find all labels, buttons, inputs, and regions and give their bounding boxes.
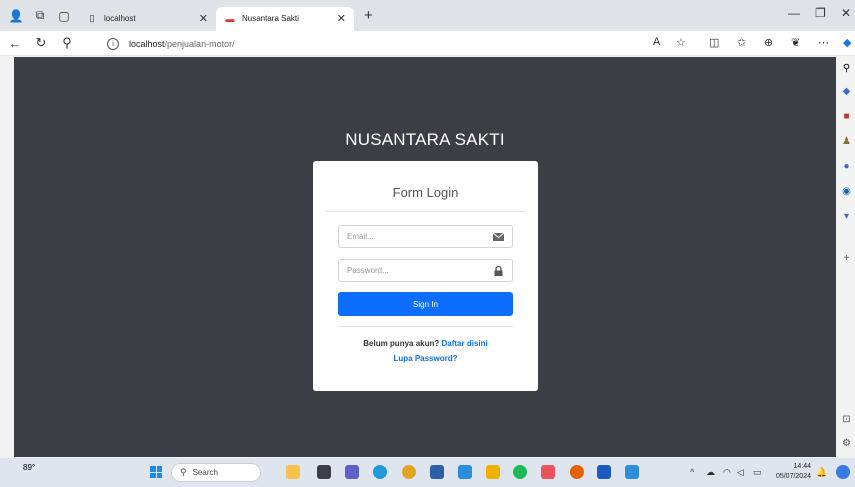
register-prompt: Belum punya akun?	[363, 339, 440, 348]
teams-icon[interactable]	[345, 465, 359, 479]
chrome-icon[interactable]	[402, 465, 416, 479]
shopping-icon[interactable]: ◆	[841, 86, 852, 97]
outlook-icon[interactable]: ◉	[841, 186, 852, 197]
tab-label: localhost	[104, 14, 136, 23]
screenshot-icon[interactable]: ⊡	[841, 414, 852, 425]
search-label: Search	[192, 468, 218, 477]
register-link[interactable]: Daftar disini	[442, 339, 488, 348]
performance-icon[interactable]: ❦	[791, 36, 800, 49]
minimize-icon[interactable]: —	[788, 6, 800, 20]
calculator-icon[interactable]	[430, 465, 444, 479]
windows-start-icon[interactable]	[150, 466, 162, 478]
info-icon[interactable]: i	[107, 38, 119, 50]
edge-icon[interactable]	[373, 465, 387, 479]
site-favicon: ▬	[225, 13, 235, 24]
page-icon: ▯	[89, 13, 95, 23]
refresh-icon[interactable]: ↻	[30, 35, 52, 51]
search-icon: ⚲	[180, 467, 187, 477]
brand-title: NUSANTARA SAKTI	[345, 130, 505, 149]
close-window-icon[interactable]: ✕	[841, 6, 851, 20]
copilot-icon[interactable]: ◆	[843, 36, 851, 49]
address-bar: ← ↻ ⚲ i localhost /penjualan-motor/ A ☆ …	[0, 31, 855, 56]
xampp-icon[interactable]	[541, 465, 555, 479]
task-view-icon[interactable]	[317, 465, 331, 479]
games-icon[interactable]: ♟	[841, 136, 852, 147]
back-icon[interactable]: ←	[4, 36, 26, 51]
chevron-up-icon[interactable]: ^	[690, 467, 694, 477]
taskbar: 89° ⚲ Search ^ ☁ ◠ ◁ ▭ 14:44 05/07/2024 …	[0, 458, 855, 487]
tab-label: Nusantara Sakti	[242, 14, 299, 23]
tab-strip: 👤 ⧉ ▢ ▯ localhost ✕ ▬ Nusantara Sakti ✕ …	[0, 0, 855, 31]
divider	[325, 211, 525, 212]
cloud-icon[interactable]: ☁	[706, 467, 715, 478]
search-icon[interactable]: ⚲	[56, 35, 78, 51]
profile-icon[interactable]: 👤	[8, 8, 24, 24]
sign-in-button[interactable]: Sign In	[338, 292, 513, 316]
register-line: Belum punya akun? Daftar disini	[313, 339, 538, 348]
page-viewport: NUSANTARA SAKTI Form Login Sign In Belum…	[14, 57, 836, 457]
password-field[interactable]	[338, 259, 513, 282]
taskbar-search[interactable]: ⚲ Search	[171, 463, 261, 482]
monitor-app-icon[interactable]	[458, 465, 472, 479]
word-icon[interactable]	[597, 465, 611, 479]
forgot-password-link[interactable]: Lupa Password?	[393, 354, 457, 363]
lock-icon	[492, 265, 504, 276]
search-icon[interactable]: ⚲	[841, 63, 852, 74]
forgot-line: Lupa Password?	[313, 354, 538, 363]
battery-icon[interactable]: ▭	[753, 467, 762, 478]
copilot-taskbar-icon[interactable]	[836, 465, 850, 479]
edge-sidebar: ⚲ ◆ ■ ♟ ● ◉ ▾ + ⊡ ⚙	[838, 56, 855, 458]
envelope-icon	[492, 232, 504, 242]
url-path: /penjualan-motor/	[164, 39, 235, 49]
clock[interactable]: 14:44 05/07/2024	[771, 462, 811, 482]
vscode-icon[interactable]	[625, 465, 639, 479]
email-field[interactable]	[338, 225, 513, 248]
login-card: Form Login Sign In Belum punya akun? Daf…	[313, 161, 538, 391]
email-input[interactable]	[347, 232, 492, 241]
settings-icon[interactable]: ⚙	[841, 438, 852, 449]
spotify-icon[interactable]	[513, 465, 527, 479]
bell-icon[interactable]: 🔔	[816, 467, 827, 478]
more-icon[interactable]: ⋯	[818, 36, 829, 49]
new-tab-icon[interactable]: +	[364, 7, 373, 24]
tab-localhost[interactable]: ▯ localhost ✕	[78, 7, 216, 31]
add-icon[interactable]: +	[841, 253, 852, 264]
restore-icon[interactable]: ❐	[815, 6, 826, 20]
browser-window: 👤 ⧉ ▢ ▯ localhost ✕ ▬ Nusantara Sakti ✕ …	[0, 0, 855, 487]
collections-icon[interactable]: ⊕	[764, 36, 773, 49]
divider	[338, 326, 513, 327]
split-screen-icon[interactable]: ◫	[709, 36, 719, 49]
office-icon[interactable]: ●	[841, 161, 852, 172]
tools-icon[interactable]: ■	[841, 111, 852, 122]
favorite-star-icon[interactable]: ☆	[676, 36, 686, 49]
volume-icon[interactable]: ◁	[737, 467, 744, 478]
widgets-icon[interactable]	[286, 465, 300, 479]
firefox-icon[interactable]	[570, 465, 584, 479]
drop-icon[interactable]: ▾	[841, 211, 852, 222]
weather-widget[interactable]: 89°	[23, 463, 35, 472]
url-field[interactable]: i localhost /penjualan-motor/	[107, 36, 235, 52]
form-title: Form Login	[392, 185, 459, 200]
close-tab-icon[interactable]: ✕	[337, 12, 346, 25]
close-tab-icon[interactable]: ✕	[199, 12, 208, 25]
date: 05/07/2024	[775, 473, 811, 480]
tab-nusantara-sakti[interactable]: ▬ Nusantara Sakti ✕	[216, 6, 354, 31]
url-host: localhost	[129, 39, 165, 49]
favorites-icon[interactable]: ✩	[737, 36, 746, 49]
password-input[interactable]	[347, 266, 492, 275]
read-aloud-icon[interactable]: A	[653, 36, 660, 48]
workspaces-icon[interactable]: ⧉	[32, 8, 48, 24]
tab-actions-icon[interactable]: ▢	[56, 8, 72, 24]
file-explorer-icon[interactable]	[486, 465, 500, 479]
time: 14:44	[793, 463, 811, 470]
wifi-icon[interactable]: ◠	[723, 467, 731, 478]
